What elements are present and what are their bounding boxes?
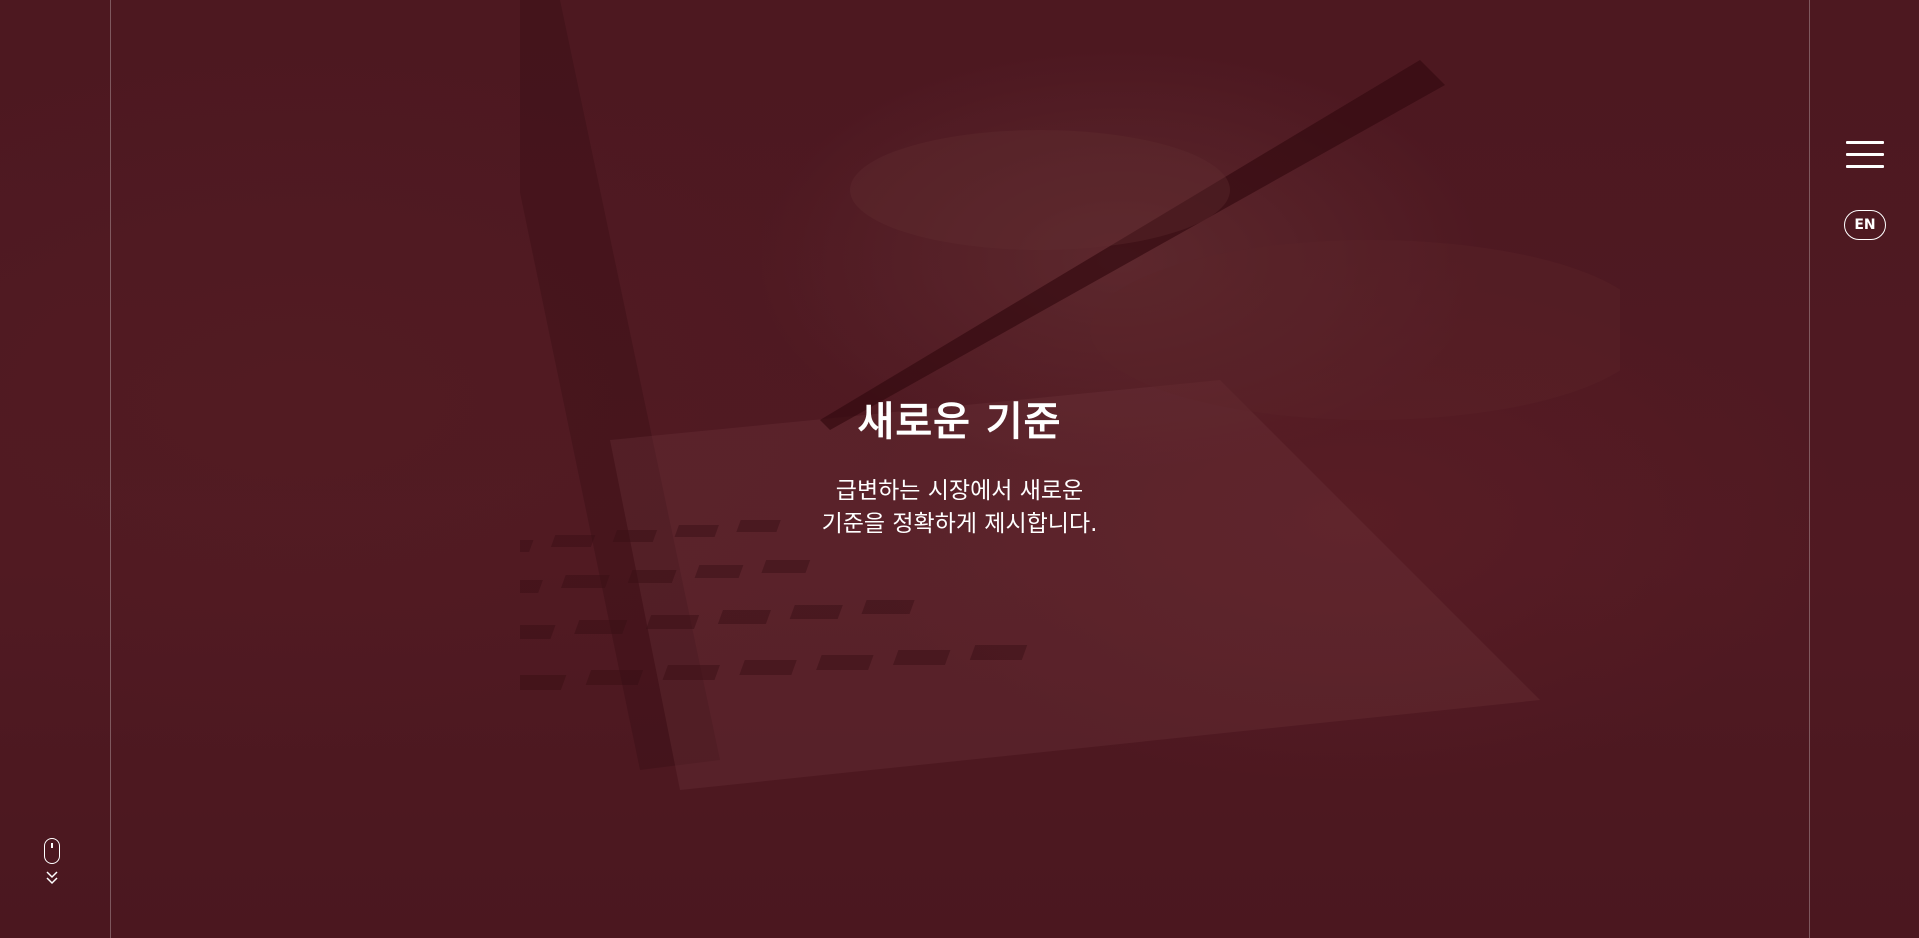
double-chevron-down-icon bbox=[46, 871, 58, 885]
menu-bar-middle bbox=[1846, 153, 1884, 156]
hero-subtitle: 급변하는 시장에서 새로운 기준을 정확하게 제시합니다. bbox=[0, 475, 1919, 541]
hero-subtitle-line-1: 급변하는 시장에서 새로운 bbox=[835, 478, 1084, 504]
mouse-scroll-icon bbox=[44, 838, 60, 864]
hamburger-menu-icon[interactable] bbox=[1846, 139, 1884, 171]
menu-bar-bottom bbox=[1846, 165, 1884, 168]
mouse-wheel bbox=[51, 843, 53, 848]
scroll-down-indicator[interactable] bbox=[44, 838, 64, 898]
hero-subtitle-line-2: 기준을 정확하게 제시합니다. bbox=[821, 511, 1098, 537]
language-toggle-button[interactable]: EN bbox=[1844, 210, 1886, 240]
menu-bar-top bbox=[1846, 141, 1884, 144]
hero-content: 새로운 기준 급변하는 시장에서 새로운 기준을 정확하게 제시합니다. bbox=[0, 395, 1919, 541]
hero-section: EN 새로운 기준 급변하는 시장에서 새로운 기준을 정확하게 제시합니다. bbox=[0, 0, 1919, 938]
hero-title: 새로운 기준 bbox=[857, 399, 1062, 445]
